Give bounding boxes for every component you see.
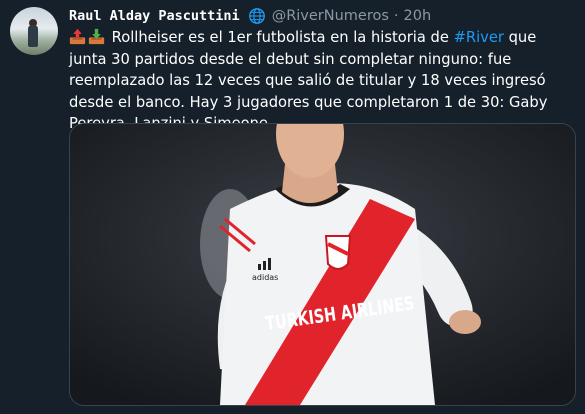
- globe-icon: [248, 8, 265, 24]
- player-illustration: adidas TURKISH AIRLINES: [70, 124, 575, 405]
- tweet-photo[interactable]: adidas TURKISH AIRLINES: [69, 123, 576, 406]
- separator-dot: ·: [393, 8, 399, 24]
- hashtag-link[interactable]: #River: [454, 29, 504, 46]
- tweet-text: Rollheiser es el 1er futbolista en la hi…: [69, 27, 574, 135]
- outbox-emoji-icon: [69, 28, 86, 45]
- avatar[interactable]: [10, 7, 58, 55]
- author-handle[interactable]: @RiverNumeros: [272, 8, 389, 24]
- tweet-text-part1: Rollheiser es el 1er futbolista en la hi…: [107, 29, 454, 46]
- tweet-header: Raul Alday Pascuttini @RiverNumeros · 20…: [69, 6, 431, 26]
- inbox-emoji-icon: [88, 28, 105, 45]
- shirt-brand: adidas: [252, 273, 278, 282]
- author-name[interactable]: Raul Alday Pascuttini: [69, 8, 240, 24]
- timestamp[interactable]: 20h: [404, 8, 432, 24]
